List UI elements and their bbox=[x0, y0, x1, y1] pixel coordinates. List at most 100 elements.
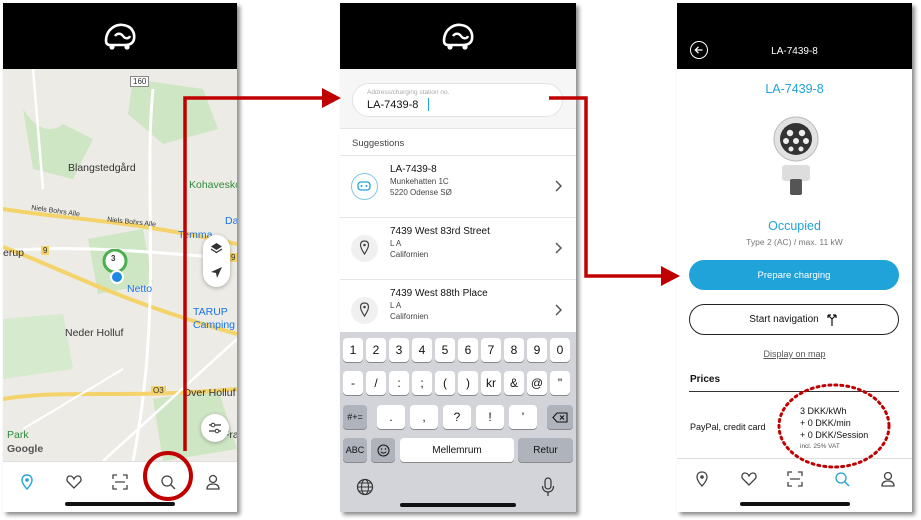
key[interactable]: & bbox=[504, 371, 524, 395]
key[interactable]: " bbox=[550, 371, 570, 395]
layers-icon[interactable] bbox=[210, 242, 223, 255]
globe-icon[interactable] bbox=[356, 478, 374, 496]
key[interactable]: ) bbox=[458, 371, 478, 395]
suggestion-line-3: 5220 Odense SØ bbox=[390, 188, 452, 197]
prepare-charging-label: Prepare charging bbox=[757, 269, 831, 281]
bottom-nav bbox=[3, 461, 237, 512]
key[interactable]: ! bbox=[476, 405, 504, 429]
filter-sliders-icon bbox=[209, 422, 221, 434]
suggestions-header: Suggestions bbox=[340, 128, 576, 156]
price-line: 3 DKK/kWh bbox=[800, 406, 847, 416]
phone-station-screen: LA-7439-8 LA-7439-8 Occupied Type 2 (AC)… bbox=[677, 3, 912, 512]
scan-icon[interactable] bbox=[786, 470, 804, 488]
location-icon[interactable] bbox=[693, 470, 711, 488]
suggestion-line-2: L A bbox=[390, 239, 402, 248]
search-input-placeholder: Address/charging station no. bbox=[367, 89, 450, 96]
key[interactable]: / bbox=[366, 371, 386, 395]
chevron-right-icon bbox=[555, 304, 562, 316]
search-icon[interactable] bbox=[159, 473, 177, 491]
filter-button[interactable] bbox=[201, 414, 229, 442]
phone-search-screen: Address/charging station no. LA-7439-8 S… bbox=[340, 3, 576, 512]
key[interactable]: 1 bbox=[343, 338, 363, 362]
emoji-icon bbox=[377, 444, 389, 456]
home-indicator bbox=[65, 502, 175, 506]
pin-icon bbox=[351, 297, 378, 324]
key[interactable]: 3 bbox=[389, 338, 409, 362]
price-line: + 0 DKK/min bbox=[800, 418, 851, 428]
map-label-park: Park bbox=[7, 429, 29, 441]
key[interactable]: 4 bbox=[412, 338, 432, 362]
connector-info: Type 2 (AC) / max. 11 kW bbox=[746, 237, 843, 247]
map-label-erup: erup bbox=[3, 247, 25, 259]
key[interactable]: kr bbox=[481, 371, 501, 395]
chevron-right-icon bbox=[555, 242, 562, 254]
key[interactable]: 2 bbox=[366, 338, 386, 362]
my-location-icon[interactable] bbox=[210, 266, 223, 279]
key[interactable]: ? bbox=[443, 405, 471, 429]
user-icon[interactable] bbox=[204, 473, 222, 491]
map-view[interactable]: 160 9 9 O3 Blangstedgård Kohavesko Niels… bbox=[3, 69, 237, 461]
start-navigation-button[interactable]: Start navigation bbox=[689, 304, 899, 335]
abc-key[interactable]: ABC bbox=[343, 438, 367, 462]
prepare-charging-button[interactable]: Prepare charging bbox=[689, 260, 899, 290]
pin-icon bbox=[351, 235, 378, 262]
backspace-icon bbox=[552, 411, 568, 423]
suggestion-item[interactable]: 7439 West 83rd Street L A Californien bbox=[340, 217, 576, 279]
heart-icon[interactable] bbox=[65, 473, 83, 491]
app-header bbox=[3, 3, 237, 69]
key[interactable]: , bbox=[410, 405, 438, 429]
divider bbox=[689, 391, 899, 392]
suggestion-item[interactable]: LA-7439-8 Munkehatten 1C 5220 Odense SØ bbox=[340, 155, 576, 217]
key[interactable]: : bbox=[389, 371, 409, 395]
app-logo-icon bbox=[104, 23, 136, 50]
location-icon[interactable] bbox=[18, 473, 36, 491]
price-line: + 0 DKK/Session bbox=[800, 430, 869, 440]
map-road-160: 160 bbox=[130, 76, 150, 87]
suggestion-line-3: Californien bbox=[390, 312, 429, 321]
key[interactable]: 6 bbox=[458, 338, 478, 362]
scan-icon[interactable] bbox=[111, 473, 129, 491]
tutorial-canvas: 160 9 9 O3 Blangstedgård Kohavesko Niels… bbox=[0, 0, 921, 520]
suggestion-line-2: Munkehatten 1C bbox=[390, 177, 449, 186]
route-icon bbox=[827, 313, 837, 326]
home-indicator bbox=[400, 503, 516, 507]
app-header bbox=[340, 3, 576, 69]
search-input[interactable]: Address/charging station no. LA-7439-8 bbox=[352, 83, 563, 117]
map-road-9b: 9 bbox=[229, 253, 237, 262]
search-icon[interactable] bbox=[833, 470, 851, 488]
key[interactable]: 9 bbox=[527, 338, 547, 362]
heart-icon[interactable] bbox=[740, 470, 758, 488]
map-label-camping: Camping bbox=[193, 319, 236, 331]
key[interactable]: 7 bbox=[481, 338, 501, 362]
key[interactable]: ( bbox=[435, 371, 455, 395]
space-key[interactable]: Mellemrum bbox=[400, 438, 514, 462]
key[interactable]: 0 bbox=[550, 338, 570, 362]
map-label-da: Da bbox=[225, 215, 237, 227]
display-on-map-link[interactable]: Display on map bbox=[677, 349, 912, 359]
onscreen-keyboard: 1 2 3 4 5 6 7 8 9 0 - / : ; ( ) kr & @ "… bbox=[340, 332, 576, 512]
key[interactable]: . bbox=[377, 405, 405, 429]
user-icon[interactable] bbox=[879, 470, 897, 488]
backspace-key[interactable] bbox=[547, 405, 573, 429]
suggestion-title: 7439 West 88th Place bbox=[390, 288, 488, 299]
emoji-key[interactable] bbox=[371, 438, 395, 462]
charging-cluster-marker[interactable] bbox=[101, 249, 131, 285]
map-label-blangstedgard: Blangstedgård bbox=[68, 162, 136, 174]
map-label-tarup: TARUP bbox=[193, 306, 228, 318]
suggestion-line-3: Californien bbox=[390, 250, 429, 259]
suggestion-title: LA-7439-8 bbox=[390, 164, 437, 175]
start-navigation-label: Start navigation bbox=[749, 314, 819, 325]
chevron-right-icon bbox=[555, 180, 562, 192]
key[interactable]: ' bbox=[509, 405, 537, 429]
key[interactable]: - bbox=[343, 371, 363, 395]
key[interactable]: 8 bbox=[504, 338, 524, 362]
key[interactable]: 5 bbox=[435, 338, 455, 362]
suggestion-title: 7439 West 83rd Street bbox=[390, 226, 490, 237]
return-key[interactable]: Retur bbox=[518, 438, 573, 462]
key[interactable]: ; bbox=[412, 371, 432, 395]
symbols-toggle-key[interactable]: #+= bbox=[343, 405, 367, 429]
microphone-icon[interactable] bbox=[541, 477, 555, 497]
station-header: LA-7439-8 bbox=[677, 3, 912, 69]
map-controls bbox=[203, 235, 230, 287]
key[interactable]: @ bbox=[527, 371, 547, 395]
